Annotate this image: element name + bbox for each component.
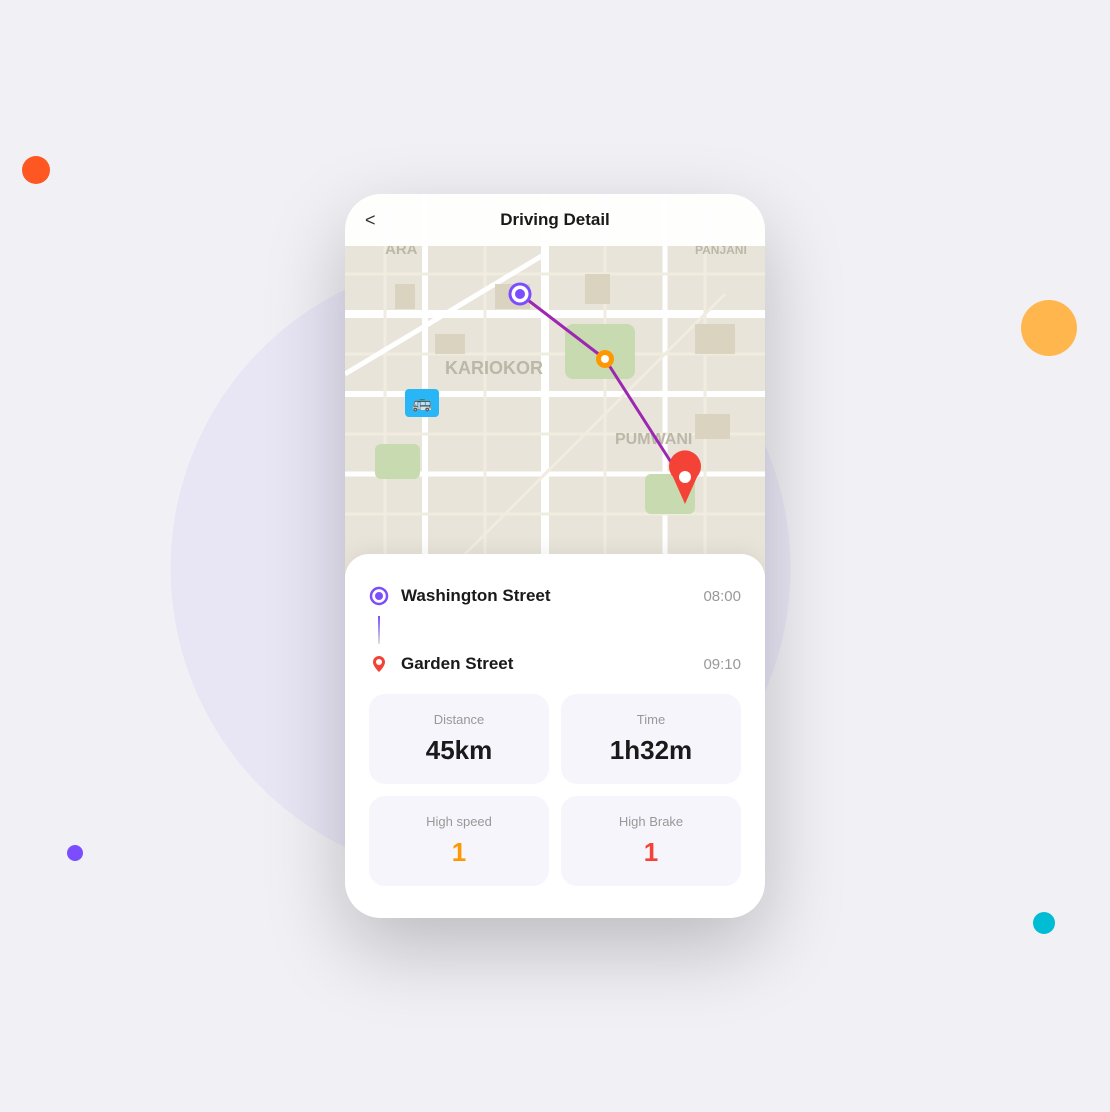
stat-high-brake-label: High Brake xyxy=(619,814,683,829)
destination-icon xyxy=(369,654,389,674)
origin-left: Washington Street xyxy=(369,586,551,606)
svg-text:KARIOKOR: KARIOKOR xyxy=(445,358,543,378)
destination-left: Garden Street xyxy=(369,654,513,674)
stat-time-value: 1h32m xyxy=(610,735,692,766)
route-connector xyxy=(369,610,741,650)
stats-grid: Distance 45km Time 1h32m High speed 1 Hi… xyxy=(369,694,741,886)
stat-distance-label: Distance xyxy=(434,712,485,727)
map-svg: KARIOKOR PUMWANI ARA PANJANI 🚌 xyxy=(345,194,765,574)
destination-name: Garden Street xyxy=(401,654,513,674)
destination-time: 09:10 xyxy=(703,656,741,673)
phone-container: KARIOKOR PUMWANI ARA PANJANI 🚌 < Driving… xyxy=(345,194,765,918)
destination-row: Garden Street 09:10 xyxy=(369,650,741,678)
dot-orange-left xyxy=(22,156,50,184)
dot-purple xyxy=(67,845,83,861)
stat-distance: Distance 45km xyxy=(369,694,549,784)
origin-icon xyxy=(369,586,389,606)
back-button[interactable]: < xyxy=(365,210,376,231)
stat-high-speed-label: High speed xyxy=(426,814,492,829)
stat-high-speed-value: 1 xyxy=(452,837,466,868)
stat-high-brake: High Brake 1 xyxy=(561,796,741,886)
stat-distance-value: 45km xyxy=(426,735,493,766)
origin-time: 08:00 xyxy=(703,588,741,605)
connector-line xyxy=(378,616,380,644)
page-header: < Driving Detail xyxy=(345,194,765,246)
stat-high-brake-value: 1 xyxy=(644,837,658,868)
dot-teal xyxy=(1033,912,1055,934)
origin-name: Washington Street xyxy=(401,586,551,606)
stat-time-label: Time xyxy=(637,712,665,727)
page-title: Driving Detail xyxy=(500,210,610,230)
stat-time: Time 1h32m xyxy=(561,694,741,784)
dot-orange-right xyxy=(1021,300,1077,356)
origin-row: Washington Street 08:00 xyxy=(369,582,741,610)
info-card: Washington Street 08:00 Garden Street 09… xyxy=(345,554,765,918)
map-view: KARIOKOR PUMWANI ARA PANJANI 🚌 < Driving… xyxy=(345,194,765,574)
stat-high-speed: High speed 1 xyxy=(369,796,549,886)
svg-text:🚌: 🚌 xyxy=(412,395,432,412)
